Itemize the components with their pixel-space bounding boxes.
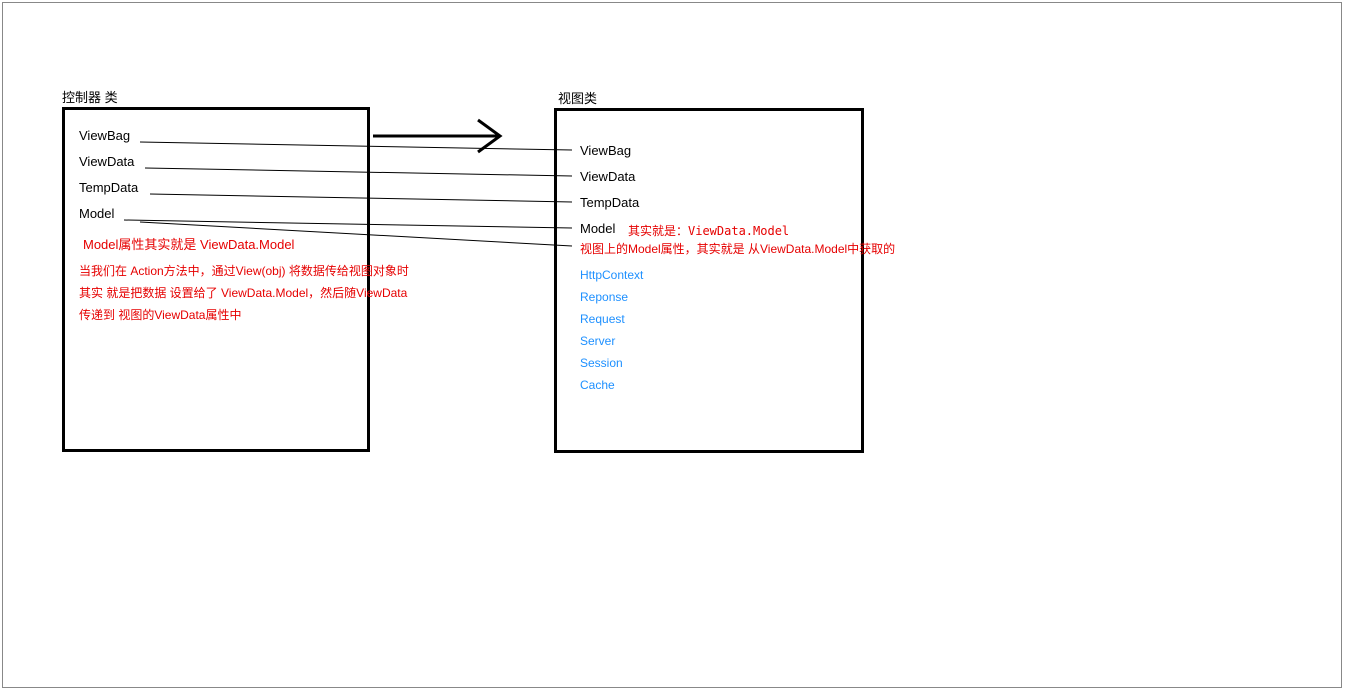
view-class-title: 视图类 bbox=[558, 88, 597, 107]
controller-note-line2: 其实 就是把数据 设置给了 ViewData.Model，然后随ViewData bbox=[79, 284, 407, 301]
view-model-inline-note: 其实就是：ViewData.Model bbox=[628, 222, 789, 239]
view-prop-cache: Cache bbox=[580, 378, 615, 392]
view-prop-httpcontext: HttpContext bbox=[580, 268, 643, 282]
controller-item-viewdata: ViewData bbox=[79, 154, 134, 169]
view-item-model: Model bbox=[580, 221, 615, 236]
controller-note-line3: 传递到 视图的ViewData属性中 bbox=[79, 306, 241, 323]
view-prop-session: Session bbox=[580, 356, 623, 370]
controller-item-tempdata: TempData bbox=[79, 180, 138, 195]
controller-item-model: Model bbox=[79, 206, 114, 221]
view-prop-server: Server bbox=[580, 334, 615, 348]
view-item-viewdata: ViewData bbox=[580, 169, 635, 184]
controller-class-title: 控制器 类 bbox=[62, 87, 118, 106]
controller-note-model: Model属性其实就是 ViewData.Model bbox=[83, 234, 294, 253]
view-prop-request: Request bbox=[580, 312, 625, 326]
controller-item-viewbag: ViewBag bbox=[79, 128, 130, 143]
view-item-tempdata: TempData bbox=[580, 195, 639, 210]
view-prop-response: Reponse bbox=[580, 290, 628, 304]
view-note-model: 视图上的Model属性，其实就是 从ViewData.Model中获取的 bbox=[580, 240, 895, 257]
controller-note-line1: 当我们在 Action方法中，通过View(obj) 将数据传给视图对象时 bbox=[79, 262, 409, 279]
view-item-viewbag: ViewBag bbox=[580, 143, 631, 158]
